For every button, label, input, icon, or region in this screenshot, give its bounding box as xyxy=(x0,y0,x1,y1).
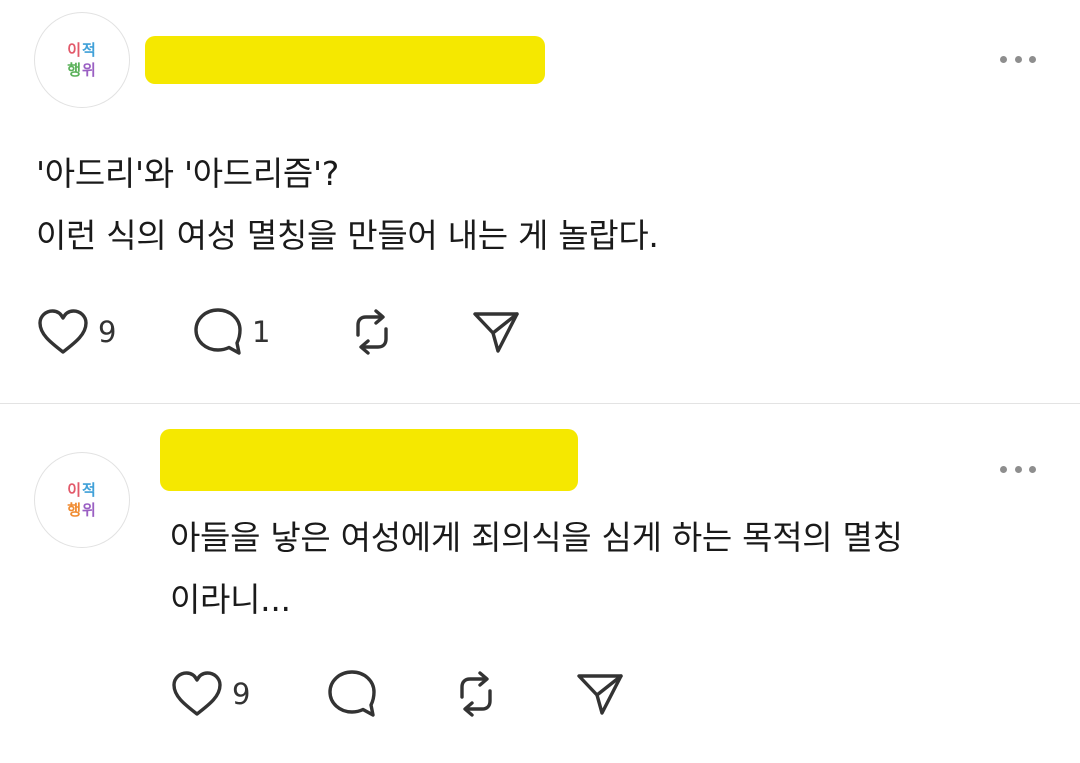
avatar[interactable]: 이적 행위 xyxy=(34,12,130,108)
reply-bubble-icon xyxy=(328,670,376,717)
avatar-char: 행 xyxy=(67,501,82,519)
post-text: 아들을 낳은 여성에게 죄의식을 심게 하는 목적의 멸칭 이라니... xyxy=(170,507,903,631)
redacted-username xyxy=(160,429,578,491)
share-send-icon xyxy=(577,674,623,715)
share-button[interactable] xyxy=(470,306,522,358)
reply-button[interactable] xyxy=(326,668,386,720)
avatar-text-line2: 행위 xyxy=(67,60,97,80)
like-count: 9 xyxy=(232,677,251,711)
post-text-line: 이런 식의 여성 멸칭을 만들어 내는 게 놀랍다. xyxy=(36,216,659,255)
reply-bubble-icon xyxy=(194,308,242,355)
like-button[interactable]: 9 xyxy=(36,306,116,358)
heart-icon xyxy=(38,309,88,354)
avatar-char: 이 xyxy=(67,481,82,499)
avatar-text-line1: 이적 xyxy=(67,480,97,500)
post-text-line: 이라니... xyxy=(170,580,291,619)
repost-button[interactable] xyxy=(450,668,502,720)
heart-icon xyxy=(172,671,222,716)
like-button[interactable]: 9 xyxy=(170,668,250,720)
post-divider xyxy=(0,403,1080,404)
repost-icon xyxy=(460,671,492,717)
avatar[interactable]: 이적 행위 xyxy=(34,452,130,548)
share-send-icon xyxy=(473,312,519,353)
post-text-line: '아드리'와 '아드리즘'? xyxy=(36,154,339,193)
avatar-char: 적 xyxy=(82,41,97,59)
share-button[interactable] xyxy=(574,668,626,720)
avatar-text-line2: 행위 xyxy=(67,500,97,520)
post-1: 이적 행위 '아드리'와 '아드리즘'? 이런 식의 여성 멸칭을 만들어 내는… xyxy=(0,0,1080,404)
like-count: 9 xyxy=(98,315,117,349)
reply-button[interactable]: 1 xyxy=(192,306,270,358)
repost-button[interactable] xyxy=(346,306,398,358)
post-text-line: 아들을 낳은 여성에게 죄의식을 심게 하는 목적의 멸칭 xyxy=(170,518,903,557)
avatar-char: 위 xyxy=(82,501,97,519)
avatar-char: 위 xyxy=(82,61,97,79)
avatar-char: 적 xyxy=(82,481,97,499)
more-options-icon[interactable] xyxy=(1000,463,1036,475)
redacted-username xyxy=(145,36,545,84)
repost-icon xyxy=(356,309,388,355)
post-2: 이적 행위 아들을 낳은 여성에게 죄의식을 심게 하는 목적의 멸칭 이라니.… xyxy=(0,405,1080,763)
reply-count: 1 xyxy=(252,315,271,349)
post-text: '아드리'와 '아드리즘'? 이런 식의 여성 멸칭을 만들어 내는 게 놀랍다… xyxy=(36,143,659,267)
action-bar: 9 xyxy=(170,668,650,720)
avatar-text-line1: 이적 xyxy=(67,40,97,60)
action-bar: 9 1 xyxy=(36,306,556,358)
avatar-char: 행 xyxy=(67,61,82,79)
more-options-icon[interactable] xyxy=(1000,53,1036,65)
avatar-char: 이 xyxy=(67,41,82,59)
